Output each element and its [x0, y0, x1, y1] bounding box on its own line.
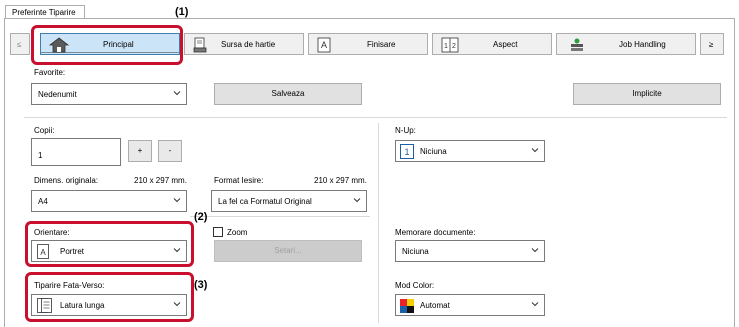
copies-minus-button[interactable]: - [158, 140, 182, 162]
favorites-value: Nedenumit [38, 90, 77, 99]
defaults-button[interactable]: Implicite [573, 83, 721, 105]
nav-scroll-left-button[interactable]: ≤ [10, 33, 30, 55]
nav-scroll-left-label: ≤ [17, 40, 22, 49]
nup-1-icon: 1 [400, 144, 414, 159]
color-mode-value: Automat [420, 301, 450, 310]
original-size-select[interactable]: A4 [31, 190, 187, 212]
zoom-label: Zoom [227, 228, 248, 237]
nav-scroll-right-button[interactable]: ≥ [700, 33, 724, 55]
copies-plus-button[interactable]: + [128, 140, 152, 162]
nup-label: N-Up: [395, 126, 416, 135]
tab-paper-source-label: Sursa de hartie [221, 40, 276, 49]
nup-select[interactable]: 1 Niciuna [395, 140, 545, 162]
tab-paper-source[interactable]: Sursa de hartie [184, 33, 304, 55]
doc-filing-label: Memorare documente: [395, 228, 476, 237]
defaults-label: Implicite [632, 89, 662, 98]
layout-icon: 1 2 [441, 37, 459, 53]
favorites-select[interactable]: Nedenumit [31, 83, 187, 105]
paper-stack-icon [193, 37, 207, 53]
zoom-checkbox[interactable] [213, 227, 223, 237]
job-handling-icon [569, 37, 585, 53]
copies-value: 1 [38, 151, 43, 160]
callout-2: (2) [194, 211, 208, 223]
output-size-select[interactable]: La fel ca Formatul Original [211, 190, 367, 212]
save-favorites-button[interactable]: Salveaza [214, 83, 362, 105]
nup-icon-digit: 1 [404, 147, 409, 157]
output-size-value: La fel ca Formatul Original [218, 197, 312, 206]
column-divider [378, 123, 379, 323]
callout-3: (3) [194, 279, 208, 291]
color-mode-label: Mod Color: [395, 281, 435, 290]
dialog-tab-preferences[interactable]: Preferinte Tiparire [5, 5, 85, 19]
chevron-down-icon [531, 146, 539, 154]
copies-label: Copii: [34, 126, 55, 135]
dialog-tab-label: Preferinte Tiparire [12, 8, 76, 17]
tab-job-handling[interactable]: Job Handling [556, 33, 696, 55]
save-favorites-label: Salveaza [271, 89, 305, 98]
chevron-down-icon [531, 246, 539, 254]
svg-text:1: 1 [444, 43, 448, 50]
finishing-icon: A [317, 37, 331, 53]
svg-text:A: A [321, 40, 327, 50]
tab-layout-label: Aspect [493, 40, 518, 49]
copies-plus-label: + [137, 146, 143, 155]
callout-1: (1) [175, 6, 189, 18]
doc-filing-select[interactable]: Niciuna [395, 240, 545, 262]
zoom-divider [190, 216, 370, 217]
color-mode-icon [400, 299, 414, 313]
original-size-dims: 210 x 297 mm. [134, 176, 187, 185]
output-size-label: Format Iesire: [214, 176, 264, 185]
original-size-label: Dimens. originala: [34, 176, 99, 185]
nup-value: Niciuna [420, 147, 447, 156]
doc-filing-value: Niciuna [402, 247, 429, 256]
highlight-box-principal [31, 25, 183, 65]
tab-job-handling-label: Job Handling [619, 40, 666, 49]
tab-finishing-label: Finisare [367, 40, 396, 49]
chevron-down-icon [531, 300, 539, 308]
zoom-settings-label: Setari... [274, 246, 302, 255]
svg-text:2: 2 [452, 43, 456, 50]
favorites-label: Favorite: [34, 68, 66, 77]
highlight-box-orientation [25, 221, 194, 267]
output-size-dims: 210 x 297 mm. [314, 176, 367, 185]
zoom-settings-button[interactable]: Setari... [214, 240, 362, 262]
chevron-down-icon [173, 89, 181, 97]
tab-layout[interactable]: 1 2 Aspect [432, 33, 552, 55]
copies-minus-label: - [168, 146, 172, 155]
chevron-down-icon [173, 196, 181, 204]
copies-input[interactable]: 1 [31, 138, 121, 166]
section-divider [24, 117, 727, 118]
chevron-down-icon [353, 196, 361, 204]
highlight-box-duplex [25, 272, 194, 322]
color-mode-select[interactable]: Automat [395, 294, 545, 316]
tab-finishing[interactable]: A Finisare [308, 33, 428, 55]
original-size-value: A4 [38, 197, 48, 206]
nav-scroll-right-label: ≥ [709, 40, 714, 49]
